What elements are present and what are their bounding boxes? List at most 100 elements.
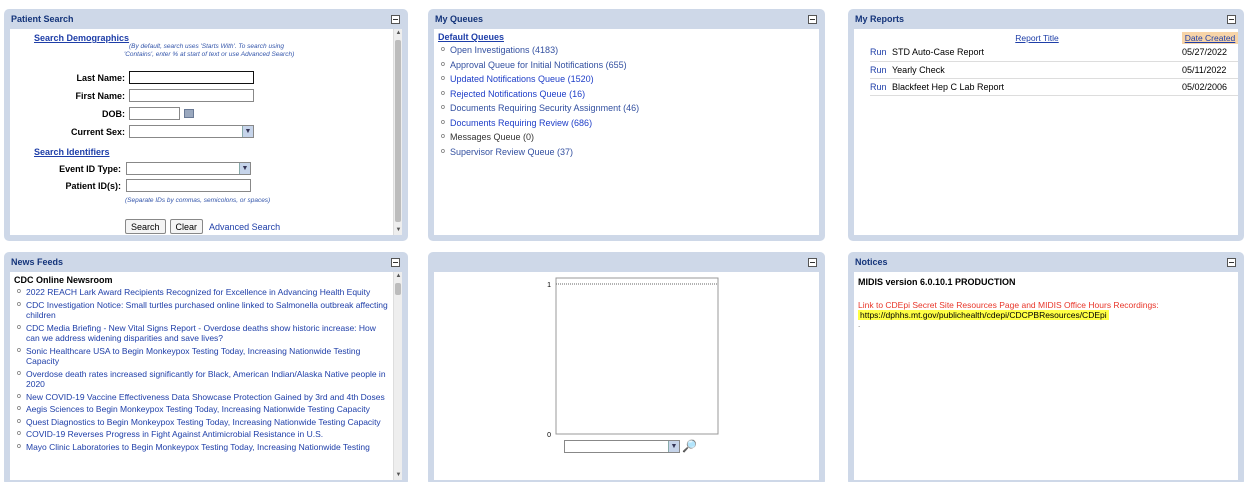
queue-item[interactable]: Rejected Notifications Queue (16) bbox=[438, 87, 815, 102]
table-row: Run Yearly Check 05/11/2022 bbox=[870, 61, 1238, 79]
my-queues-body: Default Queues Open Investigations (4183… bbox=[434, 29, 819, 235]
notice-link-text: Link to CDEpi Secret Site Resources Page… bbox=[858, 300, 1159, 310]
minimize-icon[interactable] bbox=[808, 14, 817, 24]
scroll-up-icon[interactable]: ▲ bbox=[394, 272, 402, 281]
scroll-down-icon[interactable]: ▼ bbox=[394, 226, 402, 235]
run-link[interactable]: Run bbox=[870, 61, 892, 79]
notices-title: Notices bbox=[855, 257, 888, 267]
news-item[interactable]: Mayo Clinic Laboratories to Begin Monkey… bbox=[14, 442, 388, 453]
news-item[interactable]: Aegis Sciences to Begin Monkeypox Testin… bbox=[14, 404, 388, 415]
y-tick-label: 1 bbox=[547, 282, 551, 289]
search-demographics-link[interactable]: Search Demographics bbox=[34, 33, 129, 43]
news-item[interactable]: CDC Media Briefing - New Vital Signs Rep… bbox=[14, 323, 388, 344]
version-text: MIDIS version 6.0.10.1 PRODUCTION bbox=[858, 277, 1016, 287]
clear-button[interactable]: Clear bbox=[169, 219, 204, 234]
queue-list: Open Investigations (4183)Approval Queue… bbox=[438, 43, 815, 159]
default-queues-link[interactable]: Default Queues bbox=[438, 32, 815, 42]
column-run bbox=[870, 32, 892, 44]
current-sex-select[interactable]: ▼ bbox=[129, 125, 254, 138]
patient-search-header: Patient Search bbox=[10, 9, 402, 29]
my-queues-header: My Queues bbox=[434, 9, 819, 29]
column-date-created[interactable]: Date Created bbox=[1182, 32, 1238, 44]
report-rows: Run STD Auto-Case Report 05/27/2022 Run Year… bbox=[870, 44, 1238, 96]
y-tick-label: 0 bbox=[547, 432, 551, 439]
queue-item[interactable]: Messages Queue (0) bbox=[438, 130, 815, 145]
dob-input[interactable] bbox=[129, 107, 180, 120]
chevron-down-icon: ▼ bbox=[239, 163, 250, 174]
chart-panel: 1 0 ▼ 🔎 bbox=[428, 252, 825, 482]
chart-plot-area bbox=[555, 277, 719, 435]
chart-selector[interactable]: ▼ bbox=[564, 439, 680, 453]
demographics-hint: (By default, search uses 'Starts With'. … bbox=[124, 43, 295, 58]
patient-search-title: Patient Search bbox=[11, 14, 74, 24]
patient-ids-input[interactable] bbox=[126, 179, 251, 192]
my-reports-panel: My Reports Report Title Date Created Run… bbox=[848, 9, 1244, 241]
news-item[interactable]: 2022 REACH Lark Award Recipients Recogni… bbox=[14, 287, 388, 298]
scroll-thumb[interactable] bbox=[395, 283, 401, 295]
chart-panel-body: 1 0 ▼ 🔎 bbox=[434, 272, 819, 480]
news-item[interactable]: Quest Diagnostics to Begin Monkeypox Tes… bbox=[14, 417, 388, 428]
run-link[interactable]: Run bbox=[870, 44, 892, 62]
calendar-icon[interactable] bbox=[184, 109, 194, 118]
notices-header: Notices bbox=[854, 252, 1238, 272]
notices-panel: Notices MIDIS version 6.0.10.1 PRODUCTIO… bbox=[848, 252, 1244, 482]
news-feeds-body: CDC Online Newsroom 2022 REACH Lark Awar… bbox=[10, 272, 402, 480]
news-item[interactable]: New COVID-19 Vaccine Effectiveness Data … bbox=[14, 392, 388, 403]
scroll-down-icon[interactable]: ▼ bbox=[394, 471, 402, 480]
news-item[interactable]: Sonic Healthcare USA to Begin Monkeypox … bbox=[14, 346, 388, 367]
table-row: Run Blackfeet Hep C Lab Report 05/02/2006 bbox=[870, 78, 1238, 96]
minimize-icon[interactable] bbox=[1227, 14, 1236, 24]
minimize-icon[interactable] bbox=[391, 257, 400, 267]
news-source-title: CDC Online Newsroom bbox=[14, 275, 113, 285]
queue-item[interactable]: Approval Queue for Initial Notifications… bbox=[438, 58, 815, 73]
queue-item[interactable]: Documents Requiring Security Assignment … bbox=[438, 101, 815, 116]
report-title-cell: STD Auto-Case Report bbox=[892, 44, 1182, 62]
queue-item[interactable]: Supervisor Review Queue (37) bbox=[438, 145, 815, 160]
zoom-icon[interactable]: 🔎 bbox=[682, 439, 697, 453]
news-scrollbar[interactable]: ▲ ▼ bbox=[393, 272, 402, 480]
current-sex-label: Current Sex: bbox=[70, 126, 125, 137]
minimize-icon[interactable] bbox=[808, 257, 817, 267]
my-reports-body: Report Title Date Created Run STD Auto-Ca… bbox=[854, 29, 1238, 235]
news-feeds-header: News Feeds bbox=[10, 252, 402, 272]
patient-search-panel: Patient Search Search Demographics (By d… bbox=[4, 9, 408, 241]
chevron-down-icon: ▼ bbox=[668, 440, 679, 452]
dob-label: DOB: bbox=[102, 108, 125, 119]
ids-hint: (Separate IDs by commas, semicolons, or … bbox=[125, 197, 271, 204]
patient-search-scrollbar[interactable]: ▲ ▼ bbox=[393, 29, 402, 235]
minimize-icon[interactable] bbox=[1227, 257, 1236, 267]
scroll-thumb[interactable] bbox=[395, 40, 401, 222]
my-queues-panel: My Queues Default Queues Open Investigat… bbox=[428, 9, 825, 241]
notices-body: MIDIS version 6.0.10.1 PRODUCTION Link t… bbox=[854, 272, 1238, 480]
news-item[interactable]: Overdose death rates increased significa… bbox=[14, 369, 388, 390]
search-button[interactable]: Search bbox=[125, 219, 166, 234]
chevron-down-icon: ▼ bbox=[242, 126, 253, 137]
chart-panel-header bbox=[434, 252, 819, 272]
report-date-cell: 05/02/2006 bbox=[1182, 78, 1238, 96]
first-name-input[interactable] bbox=[129, 89, 254, 102]
notice-url[interactable]: https://dphhs.mt.gov/publichealth/cdepi/… bbox=[858, 310, 1109, 320]
advanced-search-link[interactable]: Advanced Search bbox=[209, 222, 280, 232]
news-list: 2022 REACH Lark Award Recipients Recogni… bbox=[14, 287, 388, 452]
column-report-title[interactable]: Report Title bbox=[892, 32, 1182, 44]
notice-trailing: . bbox=[858, 320, 861, 329]
first-name-label: First Name: bbox=[75, 90, 125, 101]
report-date-cell: 05/27/2022 bbox=[1182, 44, 1238, 62]
report-date-cell: 05/11/2022 bbox=[1182, 61, 1238, 79]
minimize-icon[interactable] bbox=[391, 14, 400, 24]
news-item[interactable]: COVID-19 Reverses Progress in Fight Agai… bbox=[14, 429, 388, 440]
search-identifiers-link[interactable]: Search Identifiers bbox=[34, 147, 110, 157]
event-id-type-label: Event ID Type: bbox=[59, 163, 121, 174]
event-id-type-select[interactable]: ▼ bbox=[126, 162, 251, 175]
queue-item[interactable]: Documents Requiring Review (686) bbox=[438, 116, 815, 131]
my-reports-header: My Reports bbox=[854, 9, 1238, 29]
last-name-input[interactable] bbox=[129, 71, 254, 84]
news-feeds-panel: News Feeds CDC Online Newsroom 2022 REAC… bbox=[4, 252, 408, 482]
news-item[interactable]: CDC Investigation Notice: Small turtles … bbox=[14, 300, 388, 321]
reports-table: Report Title Date Created Run STD Auto-Ca… bbox=[870, 32, 1238, 96]
queue-item[interactable]: Open Investigations (4183) bbox=[438, 43, 815, 58]
my-reports-title: My Reports bbox=[855, 14, 905, 24]
scroll-up-icon[interactable]: ▲ bbox=[394, 29, 402, 38]
run-link[interactable]: Run bbox=[870, 78, 892, 96]
queue-item[interactable]: Updated Notifications Queue (1520) bbox=[438, 72, 815, 87]
